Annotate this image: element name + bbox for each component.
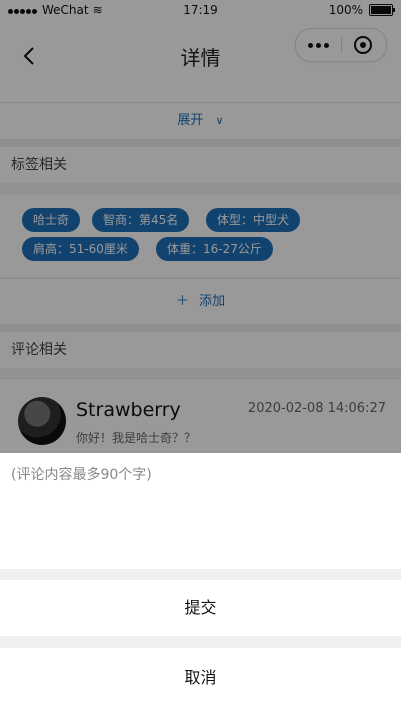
details-page: WeChat ≋ 17:19 100% 详情 展开 ∨ 标签相关 哈士奇 智商：… — [0, 0, 401, 708]
modal-overlay[interactable] — [0, 0, 401, 453]
cancel-button[interactable]: 取消 — [0, 648, 401, 708]
submit-button[interactable]: 提交 — [0, 580, 401, 636]
comment-input[interactable] — [0, 453, 401, 569]
comment-sheet: 提交 取消 — [0, 453, 401, 708]
